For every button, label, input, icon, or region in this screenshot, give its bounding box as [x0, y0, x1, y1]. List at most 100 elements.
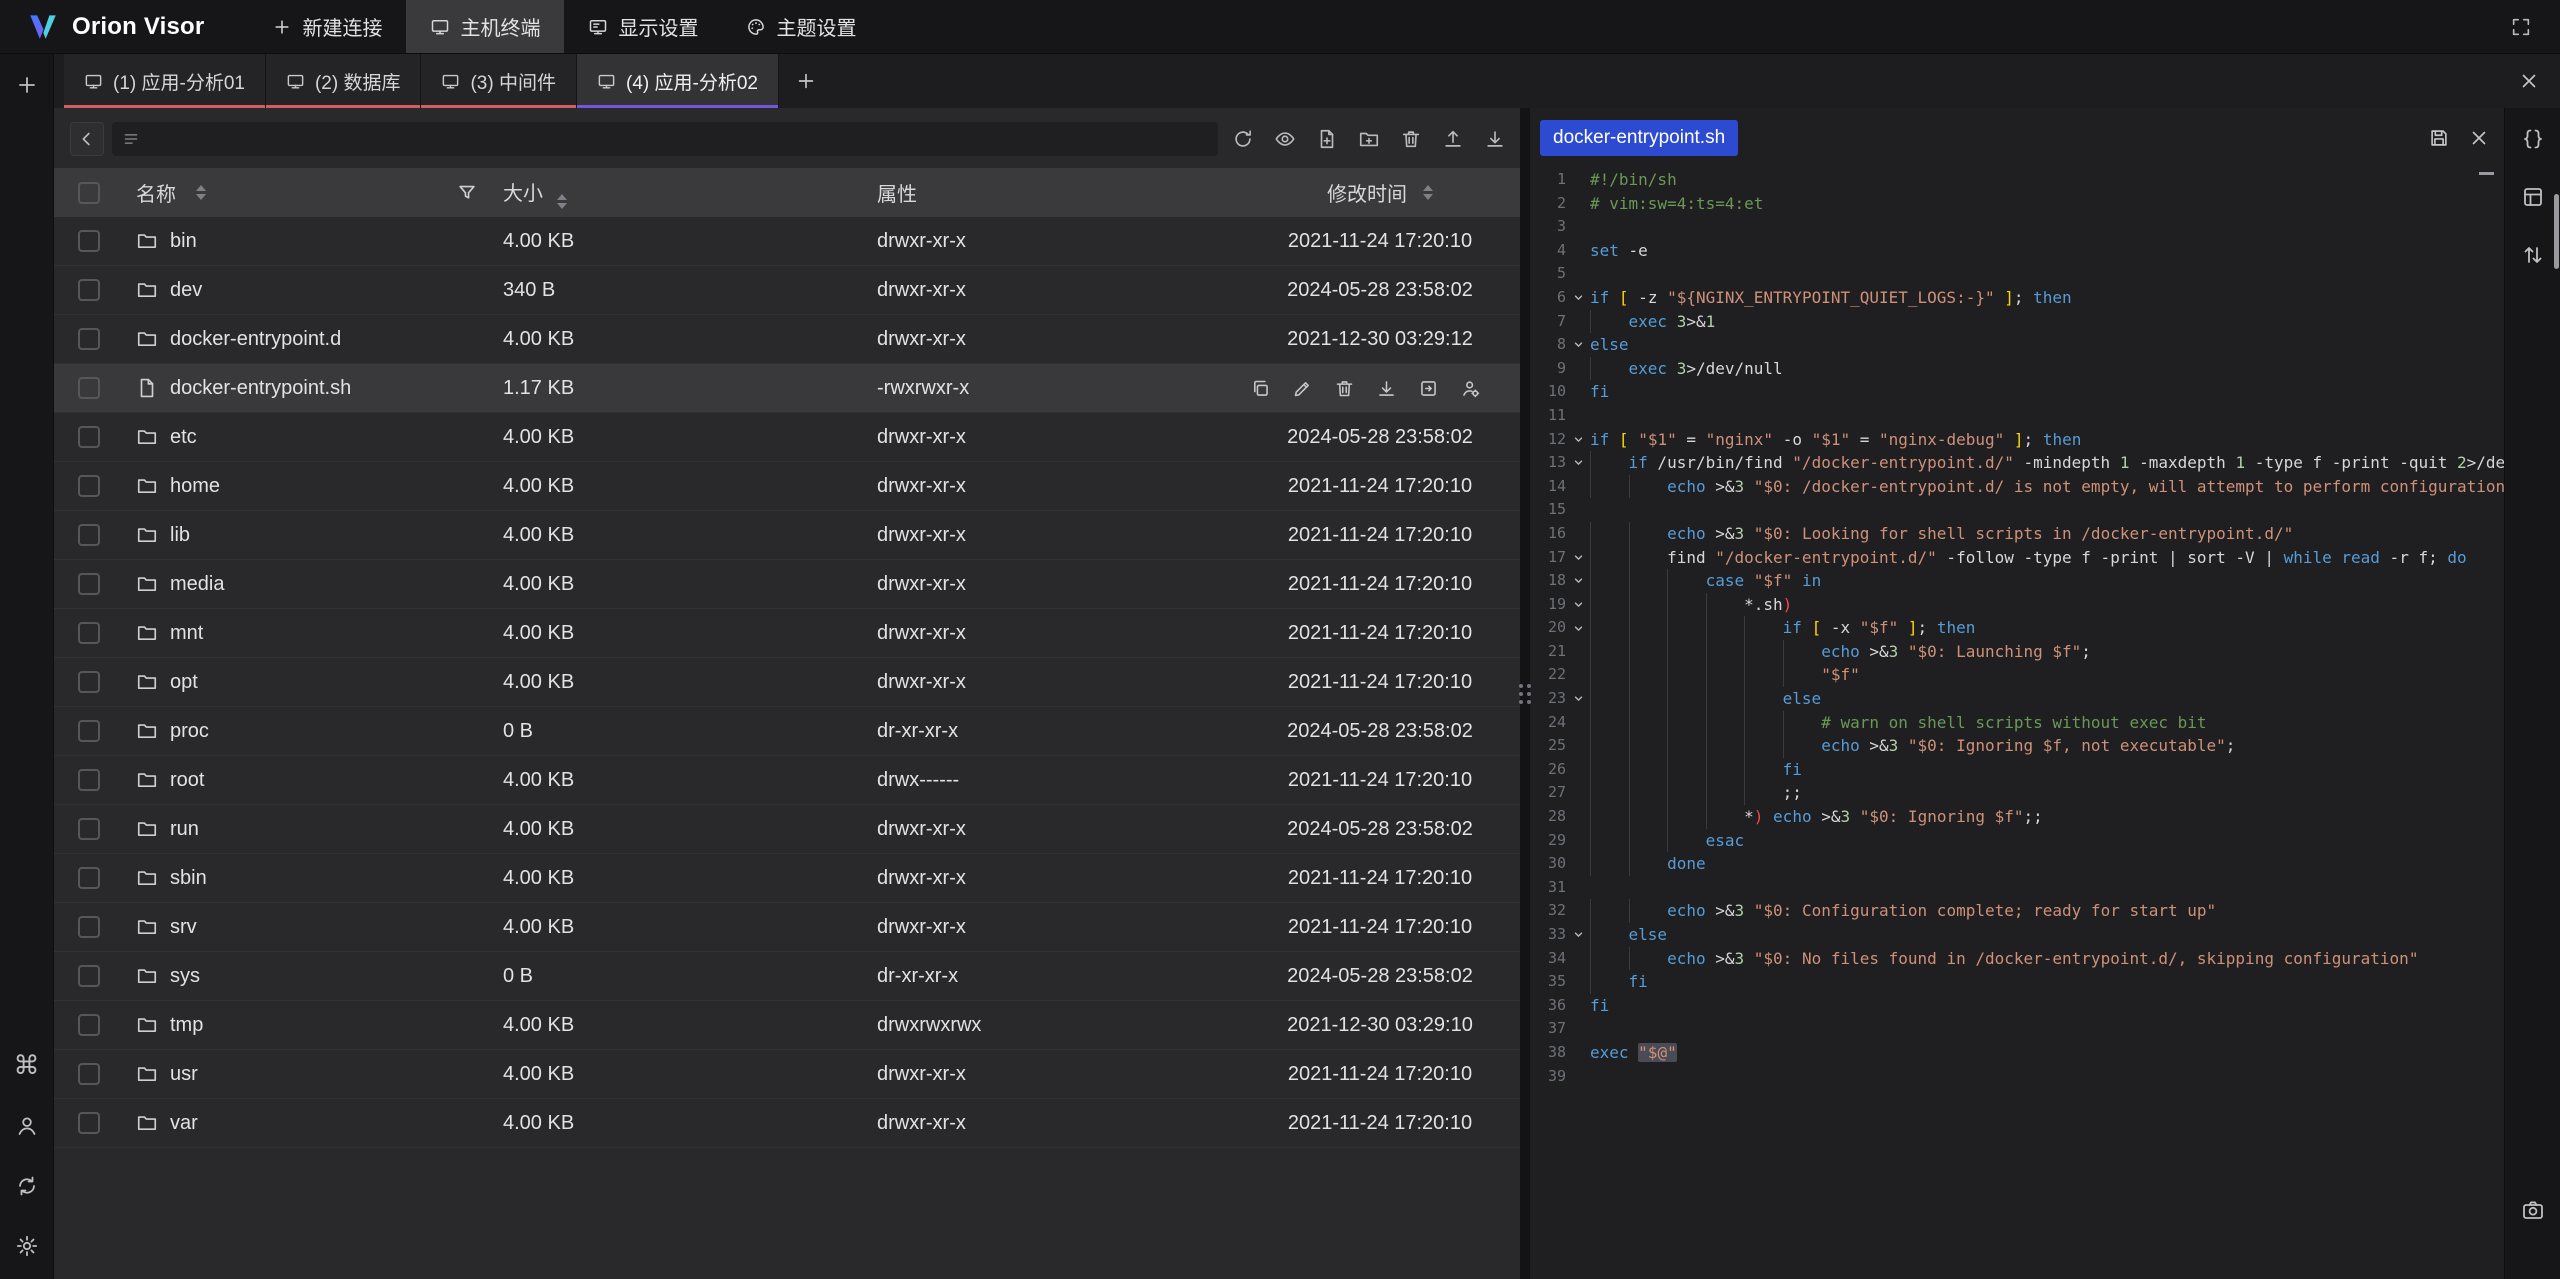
file-row-opt[interactable]: opt4.00 KBdrwxr-xr-x2021-11-24 17:20:10: [54, 658, 1520, 707]
file-name[interactable]: etc: [170, 426, 197, 449]
code-editor[interactable]: 1#!/bin/sh2# vim:sw=4:ts=4:et34set -e56i…: [1530, 166, 2504, 1279]
row-action-edit-button[interactable]: [1288, 374, 1316, 402]
fold-toggle-icon[interactable]: [1566, 616, 1590, 640]
row-checkbox[interactable]: [78, 377, 100, 399]
row-checkbox[interactable]: [78, 279, 100, 301]
row-checkbox[interactable]: [78, 818, 100, 840]
file-row-sbin[interactable]: sbin4.00 KBdrwxr-xr-x2021-11-24 17:20:10: [54, 854, 1520, 903]
file-row-home[interactable]: home4.00 KBdrwxr-xr-x2021-11-24 17:20:10: [54, 462, 1520, 511]
row-checkbox[interactable]: [78, 671, 100, 693]
download-button[interactable]: [1478, 122, 1512, 156]
screenshot-button[interactable]: [2514, 1191, 2552, 1229]
file-name[interactable]: tmp: [170, 1014, 203, 1037]
row-checkbox[interactable]: [78, 426, 100, 448]
file-row-tmp[interactable]: tmp4.00 KBdrwxrwxrwx2021-12-30 03:29:10: [54, 1001, 1520, 1050]
transfer-button[interactable]: [8, 1167, 46, 1205]
row-checkbox[interactable]: [78, 622, 100, 644]
file-name[interactable]: usr: [170, 1063, 198, 1086]
show-hidden-button[interactable]: [1268, 122, 1302, 156]
delete-button[interactable]: [1394, 122, 1428, 156]
brand[interactable]: Orion Visor: [26, 10, 204, 44]
row-checkbox[interactable]: [78, 230, 100, 252]
file-row-srv[interactable]: srv4.00 KBdrwxr-xr-x2021-11-24 17:20:10: [54, 903, 1520, 952]
row-action-delete-button[interactable]: [1330, 374, 1358, 402]
file-row-bin[interactable]: bin4.00 KBdrwxr-xr-x2021-11-24 17:20:10: [54, 217, 1520, 266]
column-header-mtime[interactable]: 修改时间: [1327, 178, 1407, 207]
close-editor-button[interactable]: [2464, 123, 2494, 153]
file-name[interactable]: media: [170, 573, 224, 596]
file-row-usr[interactable]: usr4.00 KBdrwxr-xr-x2021-11-24 17:20:10: [54, 1050, 1520, 1099]
file-name[interactable]: bin: [170, 230, 197, 253]
file-list-button[interactable]: [2514, 178, 2552, 216]
row-checkbox[interactable]: [78, 475, 100, 497]
file-row-sys[interactable]: sys0 Bdr-xr-xr-x2024-05-28 23:58:02: [54, 952, 1520, 1001]
open-file-badge[interactable]: docker-entrypoint.sh: [1540, 120, 1738, 156]
refresh-button[interactable]: [1226, 122, 1260, 156]
scrollbar-thumb[interactable]: [2554, 194, 2559, 269]
file-row-proc[interactable]: proc0 Bdr-xr-xr-x2024-05-28 23:58:02: [54, 707, 1520, 756]
file-row-etc[interactable]: etc4.00 KBdrwxr-xr-x2024-05-28 23:58:02: [54, 413, 1520, 462]
fold-toggle-icon[interactable]: [1566, 451, 1590, 475]
back-button[interactable]: [70, 122, 104, 156]
row-checkbox[interactable]: [78, 328, 100, 350]
row-action-copy-button[interactable]: [1246, 374, 1274, 402]
file-name[interactable]: docker-entrypoint.d: [170, 328, 341, 351]
new-connection-button[interactable]: [8, 66, 46, 104]
file-row-media[interactable]: media4.00 KBdrwxr-xr-x2021-11-24 17:20:1…: [54, 560, 1520, 609]
save-button[interactable]: [2424, 123, 2454, 153]
close-panel-button[interactable]: [2512, 64, 2546, 98]
row-checkbox[interactable]: [78, 867, 100, 889]
new-file-button[interactable]: [1310, 122, 1344, 156]
file-row-docker-entrypoint.sh[interactable]: docker-entrypoint.sh1.17 KB-rwxrwxr-x: [54, 364, 1520, 413]
user-button[interactable]: [8, 1107, 46, 1145]
file-name[interactable]: sbin: [170, 867, 207, 890]
file-name[interactable]: root: [170, 769, 204, 792]
file-row-docker-entrypoint.d[interactable]: docker-entrypoint.d4.00 KBdrwxr-xr-x2021…: [54, 315, 1520, 364]
menu-item-theme-settings[interactable]: 主题设置: [722, 0, 880, 53]
fold-toggle-icon[interactable]: [1566, 286, 1590, 310]
menu-item-new-connection[interactable]: 新建连接: [248, 0, 406, 53]
new-folder-button[interactable]: [1352, 122, 1386, 156]
file-name[interactable]: dev: [170, 279, 202, 302]
file-name[interactable]: sys: [170, 965, 200, 988]
menu-item-host-terminal[interactable]: 主机终端: [406, 0, 564, 53]
panel-resize-handle[interactable]: [1520, 108, 1530, 1279]
file-name[interactable]: srv: [170, 916, 197, 939]
terminal-tab[interactable]: (4) 应用-分析02: [577, 54, 779, 108]
path-input-field[interactable]: [149, 129, 1208, 150]
new-tab-button[interactable]: [789, 64, 823, 98]
settings-button[interactable]: [8, 1227, 46, 1265]
terminal-tab[interactable]: (3) 中间件: [421, 54, 577, 108]
filter-name-button[interactable]: [452, 178, 482, 207]
fold-toggle-icon[interactable]: [1566, 333, 1590, 357]
row-action-move-button[interactable]: [1414, 374, 1442, 402]
file-row-run[interactable]: run4.00 KBdrwxr-xr-x2024-05-28 23:58:02: [54, 805, 1520, 854]
file-name[interactable]: run: [170, 818, 199, 841]
terminal-tab[interactable]: (2) 数据库: [266, 54, 422, 108]
file-row-mnt[interactable]: mnt4.00 KBdrwxr-xr-x2021-11-24 17:20:10: [54, 609, 1520, 658]
row-checkbox[interactable]: [78, 720, 100, 742]
file-name[interactable]: home: [170, 475, 220, 498]
row-checkbox[interactable]: [78, 1112, 100, 1134]
fold-toggle-icon[interactable]: [1566, 546, 1590, 570]
fold-toggle-icon[interactable]: [1566, 923, 1590, 947]
file-name[interactable]: opt: [170, 671, 198, 694]
path-input[interactable]: [112, 122, 1218, 156]
fold-toggle-icon[interactable]: [1566, 428, 1590, 452]
row-action-download-button[interactable]: [1372, 374, 1400, 402]
menu-item-display-settings[interactable]: 显示设置: [564, 0, 722, 53]
sort-size-control[interactable]: [557, 194, 567, 209]
fold-toggle-icon[interactable]: [1566, 569, 1590, 593]
file-name[interactable]: docker-entrypoint.sh: [170, 377, 351, 400]
row-checkbox[interactable]: [78, 916, 100, 938]
row-checkbox[interactable]: [78, 1014, 100, 1036]
scroll-mode-button[interactable]: [2514, 236, 2552, 274]
column-header-size[interactable]: 大小: [503, 183, 543, 205]
row-checkbox[interactable]: [78, 1063, 100, 1085]
fullscreen-button[interactable]: [2504, 10, 2538, 44]
sort-name-control[interactable]: [196, 185, 206, 200]
fold-toggle-icon[interactable]: [1566, 687, 1590, 711]
row-action-permission-button[interactable]: [1456, 374, 1484, 402]
commands-button[interactable]: ⌘: [8, 1047, 46, 1085]
file-row-dev[interactable]: dev340 Bdrwxr-xr-x2024-05-28 23:58:02: [54, 266, 1520, 315]
